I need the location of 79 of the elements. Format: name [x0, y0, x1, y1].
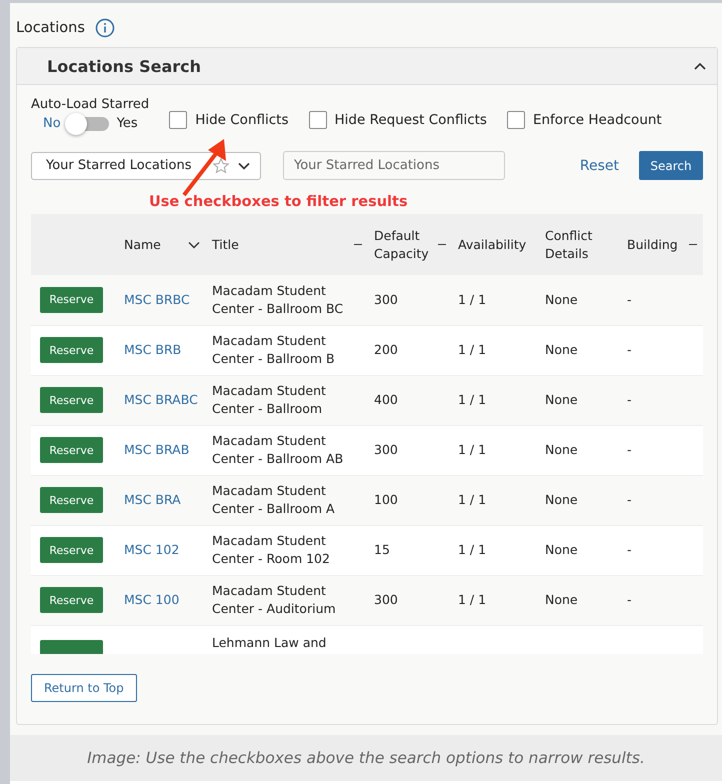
column-header[interactable]: Title — [212, 236, 239, 254]
location-link[interactable]: MSC BRB — [124, 342, 182, 357]
table-cell: None — [545, 292, 578, 307]
table-cell: None — [545, 342, 578, 357]
checkbox-label: Hide Conflicts — [195, 112, 289, 128]
search-field[interactable]: Your Starred Locations — [283, 151, 505, 180]
table-cell: 1 / 1 — [458, 342, 486, 357]
search-type-dropdown[interactable]: Your Starred Locations — [31, 152, 261, 180]
search-button[interactable]: Search — [639, 151, 703, 180]
reserve-button[interactable]: Reserve — [40, 587, 103, 613]
sort-icon[interactable] — [188, 240, 200, 248]
table-cell: - — [627, 342, 632, 357]
table-cell: None — [545, 442, 578, 457]
table-cell: 1 / 1 — [458, 442, 486, 457]
table-cell: Macadam Student Center - Ballroom AB — [212, 433, 344, 466]
auto-load-label: Auto-Load Starred — [31, 97, 150, 112]
checkbox[interactable] — [506, 111, 525, 129]
table-cell: Macadam Student Center - Ballroom B — [212, 333, 335, 366]
table-cell: Macadam Student Center - Ballroom BC — [212, 282, 344, 316]
column-header[interactable]: Building — [627, 236, 678, 254]
column-header[interactable]: Conflict Details — [545, 226, 605, 262]
table-cell: 15 — [374, 542, 390, 557]
table-cell: None — [545, 392, 578, 407]
table-cell: None — [545, 592, 578, 607]
location-link[interactable]: MSC BRBC — [124, 292, 190, 307]
checkbox-label: Hide Request Conflicts — [334, 112, 487, 128]
table-cell: 100 — [374, 492, 398, 507]
info-icon[interactable] — [94, 18, 115, 38]
chevron-icon[interactable] — [693, 61, 707, 71]
table-cell: 1 / 1 — [458, 492, 486, 507]
reset-link[interactable]: Reset — [580, 158, 619, 174]
table-cell: None — [545, 492, 578, 507]
reserve-button[interactable]: Reserve — [40, 337, 103, 363]
table-cell: - — [627, 392, 632, 407]
table-cell: 1 / 1 — [458, 542, 486, 557]
table-cell: 1 / 1 — [458, 592, 486, 607]
table-cell: None — [545, 542, 578, 557]
table-cell: 300 — [374, 592, 398, 607]
table-cell: Lehmann Law and — [212, 634, 326, 650]
table-cell: 300 — [374, 292, 398, 307]
table-cell: Macadam Student Center - Room 102 — [212, 533, 330, 566]
image-caption: Image: Use the checkboxes above the search options to narrow results. — [87, 749, 645, 767]
checkbox-label: Enforce Headcount — [532, 112, 662, 128]
table-cell: Macadam Student Center - Auditorium — [212, 583, 336, 616]
column-header[interactable]: Name — [124, 237, 161, 252]
table-cell: - — [627, 592, 632, 607]
annotation-text: Use checkboxes to filter results — [149, 194, 408, 210]
checkbox[interactable] — [169, 111, 188, 129]
checkbox[interactable] — [308, 111, 327, 129]
reserve-button[interactable]: Reserve — [40, 437, 103, 463]
column-header[interactable]: Availability — [458, 236, 526, 254]
toggle-off-label: No — [43, 116, 61, 131]
reserve-button[interactable]: Reserve — [40, 537, 103, 563]
table-cell: Macadam Student Center - Ballroom A — [212, 483, 335, 516]
toggle-on-label: Yes — [116, 116, 138, 131]
table-cell: 200 — [374, 342, 398, 357]
location-link[interactable]: MSC BRABC — [124, 392, 198, 407]
return-to-top-button[interactable]: Return to Top — [31, 674, 137, 702]
caret-icon — [238, 162, 250, 170]
column-header[interactable]: Default Capacity — [374, 226, 434, 262]
reserve-button[interactable]: Reserve — [40, 487, 103, 513]
table-cell: - — [627, 292, 632, 307]
panel-title: Locations Search — [47, 56, 202, 76]
table-cell: 400 — [374, 392, 398, 407]
table-cell: Macadam Student Center - Ballroom — [212, 383, 326, 416]
table-cell: 300 — [374, 442, 398, 457]
location-link[interactable]: MSC 102 — [124, 542, 180, 557]
star-icon[interactable] — [212, 156, 230, 174]
reserve-button[interactable]: Reserve — [40, 286, 103, 313]
table-cell: - — [627, 492, 632, 507]
location-link[interactable]: MSC BRAB — [124, 442, 190, 457]
location-link[interactable]: MSC BRA — [124, 492, 181, 507]
table-cell: - — [627, 442, 632, 457]
location-link[interactable]: MSC 100 — [124, 592, 180, 607]
table-cell: 1 / 1 — [458, 292, 486, 307]
table-cell: - — [627, 542, 632, 557]
page-title: Locations — [16, 20, 85, 36]
table-cell: 1 / 1 — [458, 392, 486, 407]
reserve-button[interactable]: Reserve — [40, 387, 103, 413]
